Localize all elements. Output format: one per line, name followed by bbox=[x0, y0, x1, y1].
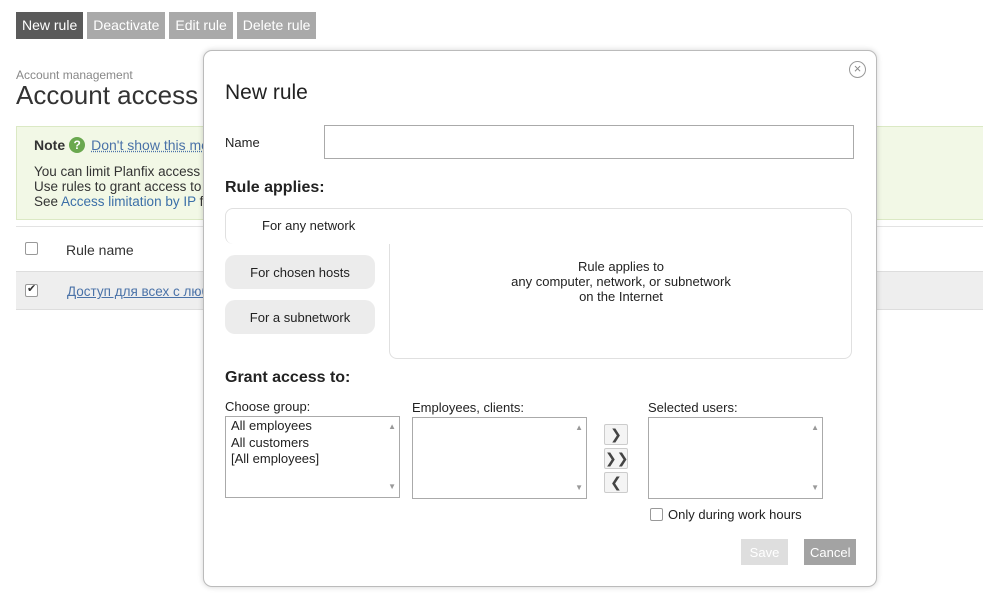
note-text: You can limit Planfix access l Use rules… bbox=[34, 164, 211, 209]
note-line-1: You can limit Planfix access l bbox=[34, 164, 207, 179]
access-limitation-link[interactable]: Access limitation by IP bbox=[61, 194, 196, 209]
tab-subnetwork[interactable]: For a subnetwork bbox=[225, 300, 375, 334]
group-option[interactable]: All employees bbox=[231, 418, 394, 435]
note-header: Note ? Don't show this mes bbox=[34, 137, 216, 153]
name-input[interactable] bbox=[324, 125, 854, 159]
scroll-up-icon[interactable]: ▲ bbox=[388, 419, 396, 436]
choose-group-label: Choose group: bbox=[225, 399, 311, 414]
new-rule-button[interactable]: New rule bbox=[16, 12, 84, 39]
employees-label: Employees, clients: bbox=[412, 400, 524, 415]
scroll-down-icon[interactable]: ▼ bbox=[575, 480, 583, 497]
rule-description-line-1: Rule applies to bbox=[578, 259, 664, 274]
select-all-checkbox[interactable] bbox=[25, 242, 38, 255]
tab-any-network[interactable]: For any network bbox=[225, 208, 411, 244]
edit-rule-button[interactable]: Edit rule bbox=[169, 12, 233, 39]
rule-description-line-3: on the Internet bbox=[579, 289, 663, 304]
column-rule-name: Rule name bbox=[66, 242, 134, 258]
new-rule-dialog: × New rule Name Rule applies: For any ne… bbox=[203, 50, 877, 587]
add-user-button[interactable]: ❯ bbox=[604, 424, 628, 445]
work-hours-label: Only during work hours bbox=[668, 507, 802, 522]
close-icon[interactable]: × bbox=[849, 61, 866, 78]
note-line-3: See Access limitation by IP fo bbox=[34, 194, 211, 209]
note-label: Note bbox=[34, 137, 66, 153]
row-checkbox[interactable] bbox=[25, 282, 38, 297]
save-button[interactable]: Save bbox=[741, 539, 788, 565]
selected-users-label: Selected users: bbox=[648, 400, 738, 415]
add-all-users-button[interactable]: ❯❯ bbox=[604, 448, 628, 469]
delete-rule-button[interactable]: Delete rule bbox=[236, 12, 317, 39]
rule-description: Rule applies to any computer, network, o… bbox=[390, 259, 852, 304]
dialog-title: New rule bbox=[225, 81, 308, 104]
group-option[interactable]: All customers bbox=[231, 435, 394, 452]
dont-show-link[interactable]: Don't show this mes bbox=[91, 137, 216, 153]
group-option[interactable]: [All employees] bbox=[231, 451, 394, 468]
page-title: Account access bbox=[16, 80, 199, 110]
rule-description-line-2: any computer, network, or subnetwork bbox=[511, 274, 731, 289]
work-hours-checkbox[interactable] bbox=[650, 508, 663, 521]
help-icon[interactable]: ? bbox=[69, 137, 86, 153]
work-hours-option[interactable]: Only during work hours bbox=[650, 507, 802, 522]
scroll-down-icon[interactable]: ▼ bbox=[388, 479, 396, 496]
rule-name-link[interactable]: Доступ для всех с люб bbox=[67, 284, 209, 299]
scroll-up-icon[interactable]: ▲ bbox=[811, 420, 819, 437]
tab-chosen-hosts[interactable]: For chosen hosts bbox=[225, 255, 375, 289]
scroll-down-icon[interactable]: ▼ bbox=[811, 480, 819, 497]
selected-users-listbox[interactable]: ▲ ▼ bbox=[648, 417, 823, 499]
cancel-button[interactable]: Cancel bbox=[804, 539, 856, 565]
rule-applies-title: Rule applies: bbox=[225, 179, 325, 196]
scroll-up-icon[interactable]: ▲ bbox=[575, 420, 583, 437]
remove-user-button[interactable]: ❮ bbox=[604, 472, 628, 493]
note-line-2: Use rules to grant access to bbox=[34, 179, 202, 194]
employees-listbox[interactable]: ▲ ▼ bbox=[412, 417, 587, 499]
group-listbox[interactable]: All employees All customers [All employe… bbox=[225, 416, 400, 498]
grant-access-title: Grant access to: bbox=[225, 369, 351, 386]
toolbar: New rule Deactivate Edit rule Delete rul… bbox=[16, 12, 317, 39]
deactivate-button[interactable]: Deactivate bbox=[87, 12, 166, 39]
note-line-3-prefix: See bbox=[34, 194, 59, 209]
name-label: Name bbox=[225, 135, 260, 150]
